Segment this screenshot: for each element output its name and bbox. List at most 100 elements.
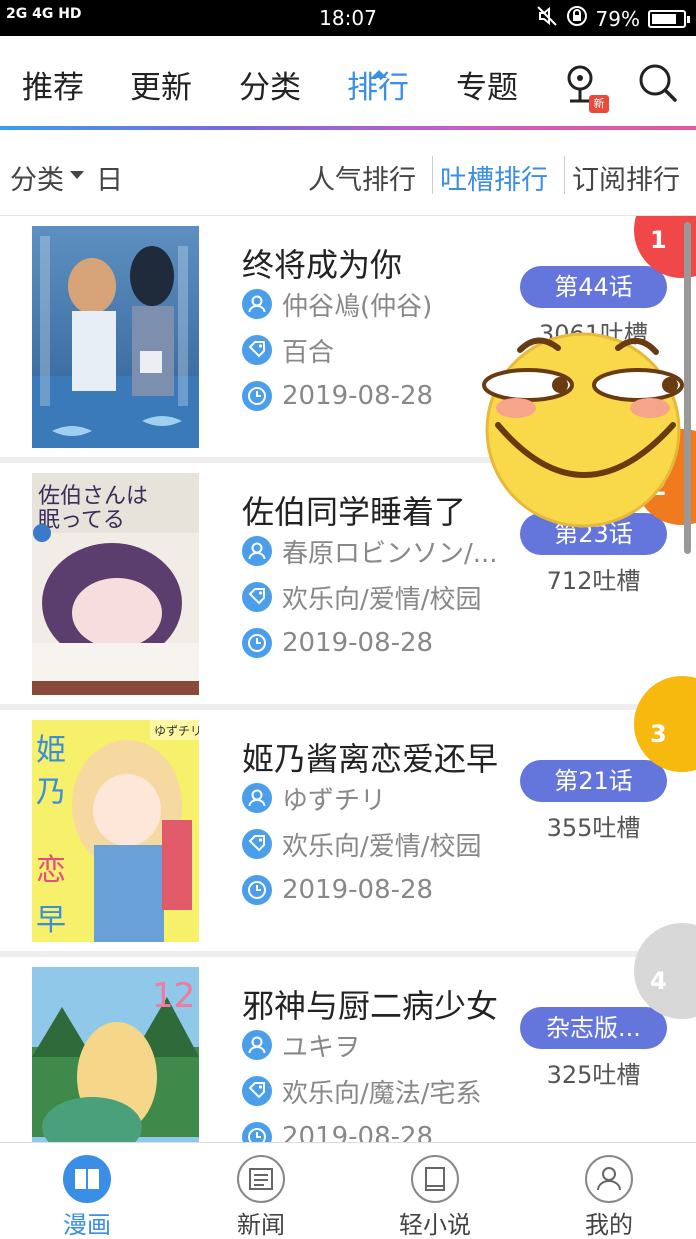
comic-cover-image[interactable]: 姫 乃 恋 早 ゆずチリ xyxy=(32,720,199,942)
clock-icon xyxy=(242,628,272,658)
bottom-tab-label: 新闻 xyxy=(237,1211,285,1239)
tag-icon xyxy=(242,829,272,859)
latest-chapter-button[interactable]: 杂志版... xyxy=(520,1007,667,1049)
rotation-lock-icon xyxy=(566,5,588,32)
user-icon xyxy=(242,536,272,566)
status-bar: 2G 4G HD 18:07 79% xyxy=(0,0,696,36)
tab-topics[interactable]: 专题 xyxy=(456,62,518,107)
svg-text:乃: 乃 xyxy=(36,775,66,810)
user-icon xyxy=(242,783,272,813)
new-badge: 新 xyxy=(589,95,609,113)
author-name: 仲谷鳰(仲谷) xyxy=(282,291,433,322)
svg-text:恋: 恋 xyxy=(36,853,66,888)
period-selector[interactable]: 日 xyxy=(96,158,123,197)
list-item[interactable]: 姫 乃 恋 早 ゆずチリ 姬乃酱离恋爱还早 ゆずチリ 欢乐向/爱情/校园 201… xyxy=(0,676,696,951)
author-name: 春原ロビンソン/... xyxy=(282,538,498,569)
battery-percent: 79% xyxy=(595,6,640,31)
genre-tags: 欢乐向/魔法/宅系 xyxy=(282,1078,482,1109)
mute-icon xyxy=(536,5,558,32)
tag-row: 欢乐向/魔法/宅系 xyxy=(242,1073,482,1109)
comment-count: 712吐槽 xyxy=(546,567,641,595)
divider xyxy=(432,156,433,194)
active-tab-indicator xyxy=(371,70,387,78)
screen: 2G 4G HD 18:07 79% 推荐 更新 分类 排行 专题 新 分类 日… xyxy=(0,0,696,1239)
tab-update[interactable]: 更新 xyxy=(130,62,192,107)
bottom-tab-label: 我的 xyxy=(585,1211,633,1239)
comic-title[interactable]: 终将成为你 xyxy=(242,240,402,286)
rank-number: 1 xyxy=(650,226,667,254)
tag-icon xyxy=(242,1076,272,1106)
comment-count: 355吐槽 xyxy=(546,814,641,842)
user-icon xyxy=(242,1030,272,1060)
battery-icon xyxy=(648,9,690,28)
comment-count: 325吐槽 xyxy=(546,1061,641,1089)
date-row: 2019-08-28 xyxy=(242,378,433,414)
comic-title[interactable]: 佐伯同学睡着了 xyxy=(242,487,466,533)
bottom-tab-light-novel[interactable]: 轻小说 xyxy=(348,1143,522,1239)
date-row: 2019-08-28 xyxy=(242,1119,433,1142)
date-row: 2019-08-28 xyxy=(242,872,433,908)
comic-title[interactable]: 邪神与厨二病少女 xyxy=(242,981,498,1027)
sort-popular[interactable]: 人气排行 xyxy=(308,158,416,197)
author-row: ゆずチリ xyxy=(242,780,386,816)
category-dropdown[interactable]: 分类 xyxy=(10,158,64,197)
comic-cover-image[interactable]: 佐伯さんは 眠ってる xyxy=(32,473,199,695)
svg-text:眠ってる: 眠ってる xyxy=(38,508,125,533)
tag-row: 欢乐向/爱情/校园 xyxy=(242,579,482,615)
genre-tags: 欢乐向/爱情/校园 xyxy=(282,831,482,862)
tab-ranking[interactable]: 排行 xyxy=(347,62,409,107)
tab-recommend[interactable]: 推荐 xyxy=(22,62,84,107)
bottom-tab-label: 轻小说 xyxy=(399,1211,471,1239)
author-name: ユキヲ xyxy=(282,1032,361,1063)
status-right: 79% xyxy=(536,5,690,32)
author-name: ゆずチリ xyxy=(282,785,387,816)
floating-emoji-sticker[interactable] xyxy=(478,330,688,530)
clock-icon xyxy=(242,875,272,905)
svg-text:佐伯さんは: 佐伯さんは xyxy=(38,484,148,509)
rank-number: 3 xyxy=(650,720,667,748)
tag-icon xyxy=(242,335,272,365)
bottom-nav: 漫画 新闻 轻小说 我的 xyxy=(0,1142,696,1239)
author-row: ユキヲ xyxy=(242,1027,360,1063)
book-open-icon xyxy=(63,1155,111,1203)
tag-row: 百合 xyxy=(242,332,334,368)
bottom-tab-profile[interactable]: 我的 xyxy=(522,1143,696,1239)
newspaper-icon xyxy=(237,1155,285,1203)
sort-comments[interactable]: 吐槽排行 xyxy=(440,158,548,197)
clock-icon xyxy=(242,381,272,411)
latest-chapter-button[interactable]: 第21话 xyxy=(520,760,667,802)
divider xyxy=(564,156,565,194)
update-date: 2019-08-28 xyxy=(282,628,434,658)
user-icon xyxy=(585,1155,633,1203)
bottom-tab-comics[interactable]: 漫画 xyxy=(0,1143,174,1239)
tag-icon xyxy=(242,582,272,612)
svg-text:早: 早 xyxy=(36,903,66,938)
rank-number: 4 xyxy=(650,967,667,995)
comic-cover-image[interactable]: 邪神 12 xyxy=(32,967,199,1142)
user-icon xyxy=(242,289,272,319)
date-row: 2019-08-28 xyxy=(242,625,433,661)
comic-cover-image[interactable] xyxy=(32,226,199,448)
comic-title[interactable]: 姬乃酱离恋爱还早 xyxy=(242,734,498,780)
bottom-tab-news[interactable]: 新闻 xyxy=(174,1143,348,1239)
update-date: 2019-08-28 xyxy=(282,381,434,411)
author-row: 春原ロビンソン/... xyxy=(242,533,498,569)
top-nav: 推荐 更新 分类 排行 专题 新 xyxy=(0,36,696,128)
update-date: 2019-08-28 xyxy=(282,875,434,905)
battery-level xyxy=(652,13,676,24)
bottom-tab-label: 漫画 xyxy=(63,1211,111,1239)
chevron-down-icon xyxy=(70,171,84,179)
tag-row: 欢乐向/爱情/校园 xyxy=(242,826,482,862)
list-item[interactable]: 邪神 12 邪神与厨二病少女 ユキヲ 欢乐向/魔法/宅系 2019-08-28 … xyxy=(0,923,696,1142)
svg-text:姫: 姫 xyxy=(36,733,66,768)
filter-bar: 分类 日 人气排行 吐槽排行 订阅排行 xyxy=(0,130,696,216)
svg-text:12: 12 xyxy=(152,976,195,1016)
author-row: 仲谷鳰(仲谷) xyxy=(242,286,432,322)
tab-category[interactable]: 分类 xyxy=(239,62,301,107)
sort-subscriptions[interactable]: 订阅排行 xyxy=(572,158,680,197)
search-icon[interactable] xyxy=(637,62,679,108)
genre-tags: 百合 xyxy=(282,337,335,368)
svg-text:ゆずチリ: ゆずチリ xyxy=(154,724,199,738)
latest-chapter-button[interactable]: 第44话 xyxy=(520,266,667,308)
clock-icon xyxy=(242,1122,272,1142)
